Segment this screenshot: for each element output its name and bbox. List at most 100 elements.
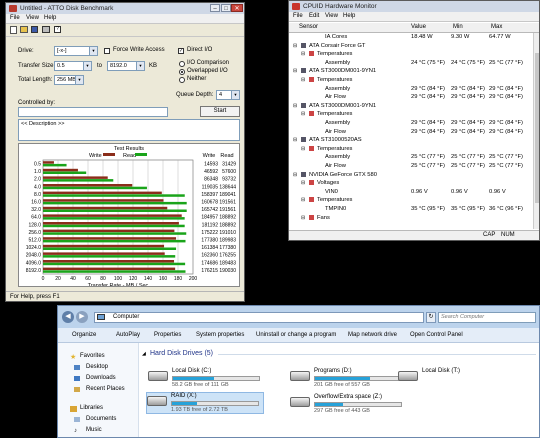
- description-field[interactable]: << Description >>: [18, 119, 240, 141]
- nav-downloads[interactable]: Downloads: [86, 375, 116, 381]
- sensor-row[interactable]: ⊟ Voltages: [289, 179, 533, 187]
- nav-music[interactable]: Music: [86, 427, 102, 433]
- start-button[interactable]: Start: [200, 106, 240, 117]
- breadcrumb-computer[interactable]: Computer: [113, 314, 139, 320]
- system-properties-button[interactable]: System properties: [196, 332, 244, 338]
- search-input[interactable]: Search Computer: [438, 312, 536, 323]
- music-icon: ♪: [74, 428, 77, 434]
- expand-toggle-icon[interactable]: ⊟: [301, 110, 305, 118]
- organize-button[interactable]: Organize: [72, 332, 96, 338]
- sensor-row[interactable]: ⊟ Temperatures: [289, 196, 533, 204]
- properties-button[interactable]: Properties: [154, 332, 181, 338]
- sensor-row[interactable]: IA Cores 18.48 W 9.30 W 64.77 W: [289, 33, 533, 41]
- hwmon-scrollbar[interactable]: [533, 33, 539, 229]
- col-value[interactable]: Value: [411, 24, 426, 30]
- force-write-checkbox[interactable]: [104, 48, 110, 54]
- autoplay-button[interactable]: AutoPlay: [116, 332, 140, 338]
- save-icon[interactable]: [31, 26, 38, 33]
- open-icon[interactable]: [20, 26, 28, 33]
- expand-toggle-icon[interactable]: ⊟: [293, 171, 297, 179]
- expand-toggle-icon[interactable]: ⊟: [301, 214, 305, 222]
- print-icon[interactable]: [42, 26, 50, 33]
- scroll-thumb[interactable]: [535, 53, 539, 203]
- sensor-row[interactable]: ⊟ Temperatures: [289, 76, 533, 84]
- sensor-row[interactable]: ⊟ Temperatures: [289, 50, 533, 58]
- sensor-row[interactable]: Assembly 29 °C (84 °F) 29 °C (84 °F) 29 °C …: [289, 85, 533, 93]
- map-network-drive-button[interactable]: Map network drive: [348, 332, 397, 338]
- total-length-select[interactable]: 256 MB ▼: [54, 75, 84, 85]
- address-bar[interactable]: Computer: [94, 312, 424, 323]
- col-max[interactable]: Max: [491, 24, 502, 30]
- sensor-row[interactable]: VIN0 0.96 V 0.96 V 0.96 V: [289, 188, 533, 196]
- nav-documents[interactable]: Documents: [86, 416, 116, 422]
- drive-name: Local Disk (C:): [172, 368, 212, 374]
- sensor-row[interactable]: Air Flow 29 °C (84 °F) 29 °C (84 °F) 29 °C …: [289, 93, 533, 101]
- hwmenu-edit[interactable]: Edit: [309, 13, 319, 19]
- hwmon-statusbar: CAP NUM: [289, 230, 539, 240]
- transfer-from-select[interactable]: 0.5 ▼: [54, 61, 92, 71]
- expand-toggle-icon[interactable]: ⊟: [301, 145, 305, 153]
- write-bar: [43, 222, 179, 225]
- sensor-row[interactable]: ⊟ Temperatures: [289, 145, 533, 153]
- expand-toggle-icon[interactable]: ⊟: [301, 196, 305, 204]
- drive-select[interactable]: [-x-] ▼: [54, 46, 98, 56]
- nav-desktop[interactable]: Desktop: [86, 364, 108, 370]
- expand-toggle-icon[interactable]: ⊟: [301, 76, 305, 84]
- help-icon[interactable]: ?: [54, 26, 61, 33]
- menu-file[interactable]: File: [10, 15, 20, 21]
- overlapped-io-radio[interactable]: [179, 69, 185, 75]
- neither-radio[interactable]: [179, 77, 185, 83]
- expand-toggle-icon[interactable]: ⊟: [293, 102, 297, 110]
- favorites-header[interactable]: Favorites: [80, 353, 105, 359]
- hard-disk-drives-header[interactable]: Hard Disk Drives (5): [150, 350, 213, 357]
- nav-recent-places[interactable]: Recent Places: [86, 386, 125, 392]
- sensor-row[interactable]: Assembly 29 °C (84 °F) 29 °C (84 °F) 29 °C …: [289, 119, 533, 127]
- sensor-row[interactable]: ⊟ Fans: [289, 214, 533, 222]
- new-icon[interactable]: [10, 26, 17, 34]
- sensor-row[interactable]: ⊟ NVIDIA GeForce GTX 580: [289, 171, 533, 179]
- libraries-header[interactable]: Libraries: [80, 405, 103, 411]
- sensor-row[interactable]: ⊟ ATA Corsair Force GT: [289, 42, 533, 50]
- read-value-label: 138644: [219, 184, 236, 190]
- forward-button[interactable]: ▶: [76, 311, 88, 323]
- sensor-row[interactable]: ⊟ ATA ST3000DM001-9YN1: [289, 67, 533, 75]
- expand-toggle-icon[interactable]: ⊟: [301, 179, 305, 187]
- hwmenu-file[interactable]: File: [293, 13, 303, 19]
- close-button[interactable]: ✕: [231, 4, 243, 12]
- sensor-row[interactable]: Air Flow 25 °C (77 °F) 25 °C (77 °F) 25 °C …: [289, 162, 533, 170]
- back-button[interactable]: ◀: [62, 311, 74, 323]
- hwmenu-help[interactable]: Help: [343, 13, 355, 19]
- io-comparison-radio[interactable]: [179, 61, 185, 67]
- sensor-row[interactable]: ⊟ Temperatures: [289, 110, 533, 118]
- write-value-label: 162360: [201, 253, 218, 259]
- sensor-row[interactable]: Assembly 24 °C (75 °F) 24 °C (75 °F) 25 °C …: [289, 59, 533, 67]
- section-collapse-icon[interactable]: ◢: [142, 351, 146, 357]
- direct-io-checkbox[interactable]: ✓: [178, 48, 184, 54]
- maximize-button[interactable]: □: [221, 4, 231, 12]
- transfer-to-select[interactable]: 8192.0 ▼: [107, 61, 145, 71]
- y-tick-label: 256.0: [28, 230, 41, 236]
- y-tick-label: 8.0: [34, 192, 41, 198]
- expand-toggle-icon[interactable]: ⊟: [293, 67, 297, 75]
- drive-item[interactable]: RAID (X:) 1.93 TB free of 2.72 TB: [146, 392, 264, 414]
- col-sensor[interactable]: Sensor: [299, 24, 318, 30]
- hwmenu-view[interactable]: View: [325, 13, 338, 19]
- col-min[interactable]: Min: [453, 24, 463, 30]
- expand-toggle-icon[interactable]: ⊟: [301, 50, 305, 58]
- expand-toggle-icon[interactable]: ⊟: [293, 42, 297, 50]
- sensor-row[interactable]: ⊟ ATA ST3000DM001-9YN1: [289, 102, 533, 110]
- controlled-by-field[interactable]: [18, 107, 168, 117]
- open-control-panel-button[interactable]: Open Control Panel: [410, 332, 463, 338]
- expand-toggle-icon[interactable]: ⊟: [293, 136, 297, 144]
- uninstall-button[interactable]: Uninstall or change a program: [256, 332, 336, 338]
- refresh-button[interactable]: ↻: [426, 312, 436, 323]
- sensor-name: Fans: [317, 214, 330, 221]
- minimize-button[interactable]: –: [210, 4, 220, 12]
- sensor-row[interactable]: Assembly 25 °C (77 °F) 25 °C (77 °F) 25 °C …: [289, 153, 533, 161]
- sensor-row[interactable]: TMPIN0 35 °C (95 °F) 35 °C (95 °F) 36 °C (9…: [289, 205, 533, 213]
- queue-depth-select[interactable]: 4 ▼: [216, 90, 240, 100]
- sensor-row[interactable]: ⊟ ATA ST31000520AS: [289, 136, 533, 144]
- menu-view[interactable]: View: [26, 15, 39, 21]
- menu-help[interactable]: Help: [44, 15, 56, 21]
- sensor-row[interactable]: Air Flow 29 °C (84 °F) 29 °C (84 °F) 29 °C …: [289, 128, 533, 136]
